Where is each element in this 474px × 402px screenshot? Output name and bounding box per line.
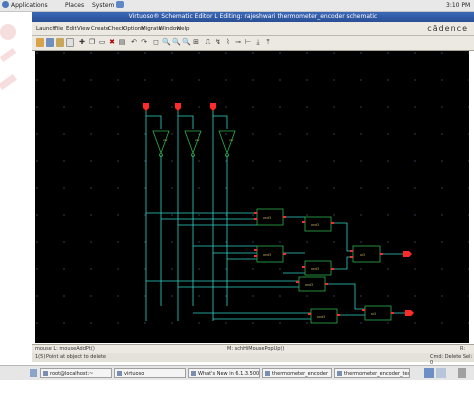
virtuoso-icon [117, 371, 122, 376]
mouse-middle-status: M: schHiMousePopUp() [227, 346, 285, 352]
undo-icon[interactable]: ↶ [130, 38, 138, 47]
top-panel: Applications Places System 3:10 PM [0, 0, 474, 12]
or-gate[interactable] [352, 245, 381, 263]
task-thermometer-encoder[interactable]: thermometer_encoder [262, 368, 332, 378]
toolbar: ✚ ❐ ▭ ✖ ▤ ↶ ↷ ◻ 🔍 🔍 🔍 ⊞ ⎍ ↯ ⌇ ⊸ ⊢ ⤓ ⤒ [32, 36, 474, 51]
window-title-bar[interactable]: Virtuoso® Schematic Editor L Editing: ra… [32, 12, 474, 22]
menu-create[interactable]: Create [91, 26, 109, 32]
open-icon[interactable] [56, 38, 64, 47]
instance-icon[interactable]: ⎍ [204, 38, 212, 47]
inverter-label: inv [229, 138, 234, 142]
ascend-icon[interactable]: ⤒ [264, 38, 272, 47]
stretch-icon[interactable]: ▭ [98, 38, 106, 47]
task-thermometer-encoder-test[interactable]: thermometer_encoder_test [334, 368, 410, 378]
menu-launch[interactable]: Launch [36, 26, 56, 32]
gate-label: or2 [360, 253, 365, 257]
prompt-status-bar: 1(5) Point at object to delete Cmd: Dele… [32, 353, 474, 366]
fit-icon[interactable]: ◻ [152, 38, 160, 47]
delete-icon[interactable]: ✖ [108, 38, 116, 47]
task-terminal[interactable]: root@localhost:~ [40, 368, 112, 378]
move-icon[interactable]: ✚ [78, 38, 86, 47]
gate-label: and3 [311, 267, 319, 271]
task-virtuoso[interactable]: virtuoso [114, 368, 186, 378]
zoom-out-icon[interactable]: 🔍 [172, 38, 181, 47]
inverter-label: inv [163, 138, 168, 142]
cadence-logo: cādence [427, 24, 468, 33]
menu-edit[interactable]: Edit [66, 26, 77, 32]
menu-view[interactable]: View [77, 26, 90, 32]
menu-help[interactable]: Help [177, 26, 190, 32]
zoom-in-icon[interactable]: 🔍 [162, 38, 171, 47]
workspace-switcher[interactable] [424, 368, 434, 378]
foot-icon[interactable] [2, 1, 9, 8]
taskbar: root@localhost:~ virtuoso What's New in … [0, 365, 474, 380]
places-menu[interactable]: Places [65, 2, 84, 9]
new-icon[interactable] [66, 38, 74, 47]
wire-icon[interactable]: ↯ [214, 38, 222, 47]
label-icon[interactable]: ⊢ [244, 38, 252, 47]
copy-icon[interactable]: ❐ [88, 38, 96, 47]
gate-label: or2 [371, 312, 376, 316]
gate-label: and3 [317, 315, 325, 319]
descend-icon[interactable]: ⤓ [254, 38, 262, 47]
gate-label: and3 [305, 283, 313, 287]
schematic-icon [337, 371, 342, 376]
save-icon[interactable] [46, 38, 54, 47]
redo-icon[interactable]: ↷ [140, 38, 148, 47]
task-whats-new[interactable]: What's New in 6.1.3.500 [188, 368, 260, 378]
inverter-label: inv [195, 138, 200, 142]
trash-icon[interactable] [458, 368, 466, 378]
schematic-icon [265, 371, 270, 376]
check-save-icon[interactable] [36, 38, 44, 47]
gate-label: and3 [263, 253, 271, 257]
menu-file[interactable]: File [54, 26, 63, 32]
menu-bar: Launch File Edit View Create Check Optio… [32, 22, 474, 36]
system-menu[interactable]: System [92, 2, 114, 9]
network-icon[interactable] [116, 1, 124, 8]
applications-menu[interactable]: Applications [11, 2, 48, 9]
schematic-canvas[interactable]: inv inv inv and3 and3 and3 and3 and3 and… [35, 51, 469, 343]
terminal-icon [43, 371, 48, 376]
show-desktop-icon[interactable] [30, 369, 37, 377]
prompt-text: Point at object to delete [46, 354, 106, 360]
or-gate[interactable] [364, 305, 392, 321]
document-icon [191, 371, 196, 376]
watermark-logo [0, 24, 17, 91]
pan-icon[interactable]: ⊞ [192, 38, 200, 47]
workspace-switcher[interactable] [436, 368, 446, 378]
window-title: Virtuoso® Schematic Editor L Editing: ra… [128, 13, 378, 20]
mouse-right-status: R: [460, 346, 466, 352]
zoom-fit-icon[interactable]: 🔍 [182, 38, 191, 47]
clock[interactable]: 3:10 PM [446, 2, 470, 9]
gate-label: and3 [311, 223, 319, 227]
mouse-left-status: mouse L: mouseAddPt() [35, 346, 95, 352]
properties-icon[interactable]: ▤ [118, 38, 126, 47]
gate-label: and3 [263, 216, 271, 220]
prompt-number: 1(5) [35, 354, 46, 360]
pin-icon[interactable]: ⊸ [234, 38, 242, 47]
below-screen-area [0, 380, 474, 402]
canvas-grid [35, 51, 469, 343]
wire-name-icon[interactable]: ⌇ [224, 38, 232, 47]
